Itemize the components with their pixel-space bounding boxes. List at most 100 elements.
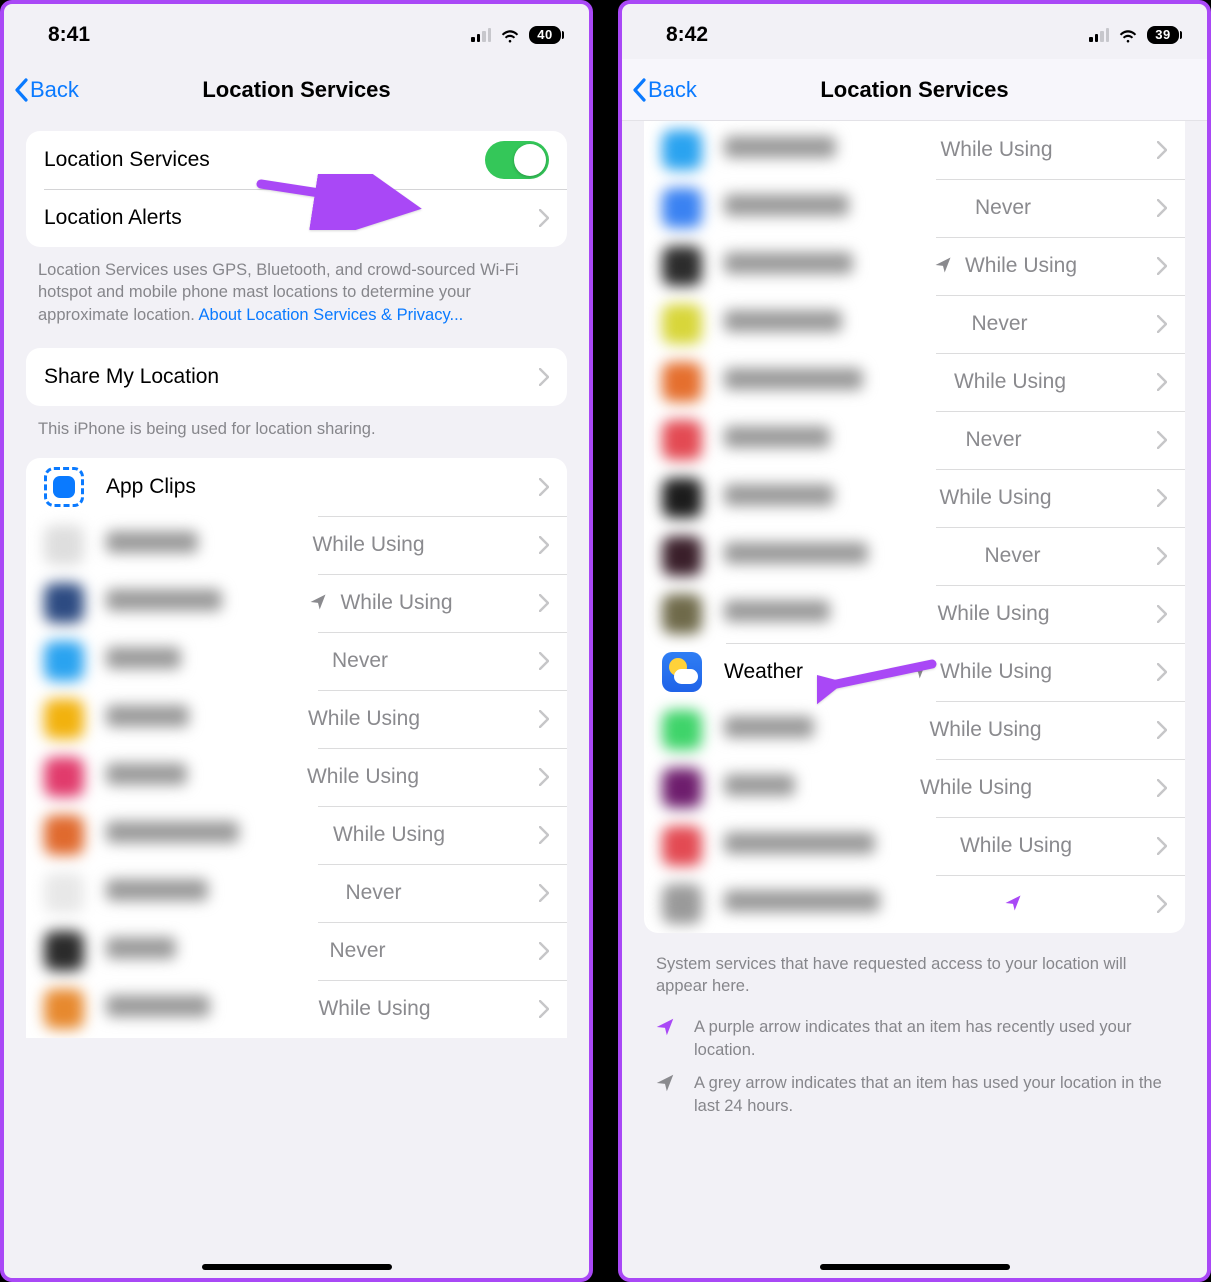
nav-title: Location Services bbox=[820, 77, 1008, 103]
location-alerts-row[interactable]: Location Alerts bbox=[26, 189, 567, 247]
app-row-blurred[interactable]: Never bbox=[644, 411, 1185, 469]
chevron-right-icon bbox=[1157, 895, 1167, 913]
app-row-blurred[interactable]: Never bbox=[26, 864, 567, 922]
location-arrow-icon bbox=[654, 1072, 680, 1118]
share-footer: This iPhone is being used for location s… bbox=[38, 418, 555, 440]
home-indicator bbox=[820, 1264, 1010, 1270]
legend-gray: A grey arrow indicates that an item has … bbox=[654, 1072, 1175, 1118]
app-detail: Never bbox=[975, 196, 1031, 220]
chevron-right-icon bbox=[1157, 663, 1167, 681]
app-label bbox=[106, 937, 176, 965]
app-detail: While Using bbox=[933, 254, 1077, 278]
app-label bbox=[724, 136, 836, 164]
location-arrow-icon bbox=[1003, 893, 1025, 915]
app-label bbox=[106, 879, 208, 907]
chevron-right-icon bbox=[1157, 837, 1167, 855]
app-label bbox=[106, 589, 222, 617]
app-detail: Never bbox=[332, 649, 388, 673]
app-label bbox=[724, 484, 834, 512]
app-detail: While Using bbox=[939, 486, 1051, 510]
app-detail: Never bbox=[965, 428, 1021, 452]
about-link[interactable]: About Location Services & Privacy... bbox=[199, 306, 464, 324]
app-icon bbox=[662, 826, 702, 866]
group-share: Share My Location bbox=[26, 348, 567, 406]
back-button[interactable]: Back bbox=[14, 77, 79, 103]
weather-icon bbox=[662, 652, 702, 692]
app-icon bbox=[662, 246, 702, 286]
app-row-blurred[interactable]: While Using bbox=[26, 574, 567, 632]
app-icon bbox=[662, 420, 702, 460]
app-detail: Never bbox=[971, 312, 1027, 336]
app-label bbox=[106, 705, 189, 733]
chevron-right-icon bbox=[539, 209, 549, 227]
chevron-right-icon bbox=[539, 826, 549, 844]
location-services-label: Location Services bbox=[44, 148, 210, 172]
app-detail: Never bbox=[984, 544, 1040, 568]
app-row-blurred[interactable]: While Using bbox=[26, 980, 567, 1038]
app-row-blurred[interactable]: While Using bbox=[644, 585, 1185, 643]
app-row-blurred[interactable]: Never bbox=[644, 527, 1185, 585]
chevron-right-icon bbox=[1157, 257, 1167, 275]
app-label bbox=[724, 774, 795, 802]
chevron-right-icon bbox=[539, 368, 549, 386]
app-row-blurred[interactable]: While Using bbox=[644, 701, 1185, 759]
battery-icon: 39 bbox=[1147, 26, 1179, 44]
app-icon bbox=[662, 478, 702, 518]
app-row-blurred[interactable]: Never bbox=[644, 295, 1185, 353]
chevron-right-icon bbox=[539, 942, 549, 960]
app-label bbox=[106, 821, 239, 849]
chevron-right-icon bbox=[1157, 373, 1167, 391]
app-row-blurred[interactable]: While Using bbox=[26, 748, 567, 806]
home-indicator bbox=[202, 1264, 392, 1270]
location-arrow-icon bbox=[654, 1016, 680, 1062]
wifi-icon bbox=[499, 27, 521, 43]
app-row-blurred[interactable]: While Using bbox=[644, 817, 1185, 875]
app-label bbox=[724, 832, 875, 860]
chevron-right-icon bbox=[539, 768, 549, 786]
chevron-right-icon bbox=[1157, 431, 1167, 449]
app-icon bbox=[44, 525, 84, 565]
app-row-blurred[interactable]: Never bbox=[26, 922, 567, 980]
app-detail: While Using bbox=[308, 707, 420, 731]
back-button[interactable]: Back bbox=[632, 77, 697, 103]
chevron-right-icon bbox=[539, 478, 549, 496]
left-phone: 8:41 40 Back Location Services Location … bbox=[0, 0, 593, 1282]
app-icon bbox=[662, 536, 702, 576]
location-arrow-icon bbox=[908, 661, 930, 683]
appclips-icon bbox=[44, 467, 84, 507]
app-row-blurred[interactable]: While Using bbox=[644, 121, 1185, 179]
chevron-right-icon bbox=[539, 594, 549, 612]
app-row-blurred[interactable]: While Using bbox=[26, 516, 567, 574]
app-detail: While Using bbox=[308, 591, 452, 615]
app-icon bbox=[44, 583, 84, 623]
app-row-blurred[interactable]: Never bbox=[644, 179, 1185, 237]
app-row-blurred[interactable]: While Using bbox=[644, 759, 1185, 817]
app-label: Weather bbox=[724, 660, 803, 684]
app-row-blurred[interactable]: Never bbox=[26, 632, 567, 690]
app-icon bbox=[662, 362, 702, 402]
app-row-blurred[interactable] bbox=[644, 875, 1185, 933]
status-bar: 8:42 39 bbox=[622, 4, 1207, 59]
nav-header: Back Location Services bbox=[4, 59, 589, 121]
app-label bbox=[724, 368, 863, 396]
app-row-blurred[interactable]: While Using bbox=[644, 469, 1185, 527]
app-label bbox=[106, 995, 210, 1023]
location-services-row[interactable]: Location Services bbox=[26, 131, 567, 189]
app-label bbox=[106, 531, 198, 559]
app-row-blurred[interactable]: While Using bbox=[26, 806, 567, 864]
app-row-app-clips[interactable]: App Clips bbox=[26, 458, 567, 516]
footer-text: System services that have requested acce… bbox=[656, 953, 1173, 998]
location-services-toggle[interactable] bbox=[485, 141, 549, 179]
nav-header: Back Location Services bbox=[622, 59, 1207, 121]
group-location: Location Services Location Alerts bbox=[26, 131, 567, 247]
app-row-blurred[interactable]: While Using bbox=[26, 690, 567, 748]
app-icon bbox=[662, 304, 702, 344]
chevron-right-icon bbox=[539, 1000, 549, 1018]
app-row-blurred[interactable]: While Using bbox=[644, 353, 1185, 411]
app-row-weather[interactable]: WeatherWhile Using bbox=[644, 643, 1185, 701]
share-my-location-row[interactable]: Share My Location bbox=[26, 348, 567, 406]
app-row-blurred[interactable]: While Using bbox=[644, 237, 1185, 295]
status-time: 8:42 bbox=[666, 23, 708, 47]
nav-title: Location Services bbox=[202, 77, 390, 103]
app-label bbox=[724, 426, 830, 454]
